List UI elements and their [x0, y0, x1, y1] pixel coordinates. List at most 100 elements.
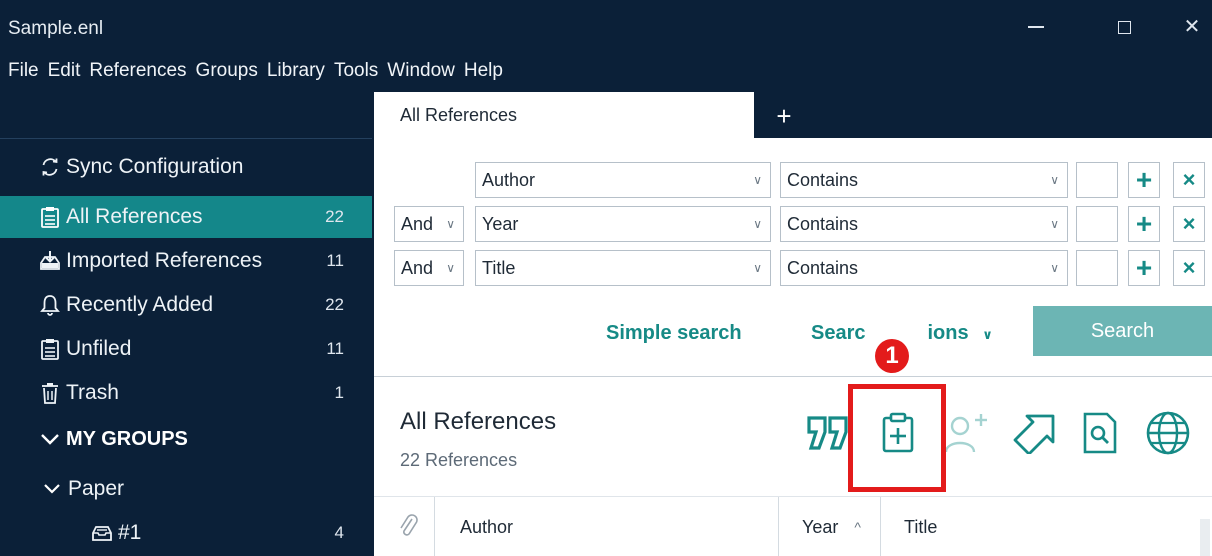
sidebar-group-set-paper[interactable]: Paper: [0, 468, 372, 510]
minimize-icon: [1028, 26, 1044, 28]
clipboard-icon: [38, 206, 62, 228]
step-badge: 1: [872, 336, 912, 376]
maximize-button[interactable]: [1104, 10, 1144, 44]
add-tab-button[interactable]: +: [766, 98, 802, 134]
step-number: 1: [875, 339, 909, 373]
insert-citation-button[interactable]: [804, 410, 852, 460]
search-button[interactable]: Search: [1033, 306, 1212, 356]
maximize-icon: [1117, 20, 1131, 34]
search-value-input[interactable]: [1076, 162, 1118, 198]
search-field-select[interactable]: Title ∨: [475, 250, 771, 286]
chevron-down-icon: [40, 432, 60, 446]
search-operator-select[interactable]: Contains ∨: [780, 250, 1068, 286]
scrollbar[interactable]: [1200, 519, 1210, 556]
sidebar-item-label: Trash: [66, 381, 119, 404]
window-title: Sample.enl: [8, 18, 104, 39]
menu-references[interactable]: References: [84, 56, 190, 86]
bell-icon: [38, 294, 62, 316]
author-column-header[interactable]: Author: [460, 497, 770, 556]
search-row: And ∨ Year ∨ Contains ∨ + ×: [374, 206, 1212, 242]
sidebar-item-label: Sync Configuration: [66, 155, 244, 178]
search-field-select[interactable]: Author ∨: [475, 162, 771, 198]
sidebar-item-all-references[interactable]: All References 22: [0, 196, 372, 238]
chevron-down-icon: [40, 483, 64, 495]
section-divider: [374, 376, 1212, 377]
remove-row-button[interactable]: ×: [1173, 250, 1205, 286]
sync-icon: [38, 156, 62, 178]
sidebar-item-label: All References: [66, 205, 203, 228]
export-button[interactable]: [1010, 410, 1058, 460]
my-groups-header[interactable]: MY GROUPS: [0, 418, 372, 460]
sidebar-item-label: Imported References: [66, 249, 263, 272]
title-column-header[interactable]: Title: [904, 497, 1184, 556]
find-full-text-button[interactable]: [1076, 410, 1124, 460]
simple-search-link[interactable]: Simple search: [606, 322, 742, 345]
share-with-user-button[interactable]: [944, 410, 992, 460]
sidebar-item-imported-references[interactable]: Imported References 11: [0, 240, 372, 282]
search-operator-select[interactable]: Contains ∨: [780, 206, 1068, 242]
sidebar-item-unfiled[interactable]: Unfiled 11: [0, 328, 372, 370]
sidebar-item-recently-added[interactable]: Recently Added 22: [0, 284, 372, 326]
menu-library[interactable]: Library: [262, 56, 329, 86]
sidebar-item-trash[interactable]: Trash 1: [0, 372, 372, 414]
sidebar-divider: [0, 138, 372, 139]
group-label: #1: [118, 521, 142, 544]
chevron-down-icon: ∨: [1050, 217, 1059, 231]
unfiled-icon: [38, 338, 62, 360]
paperclip-icon: [398, 511, 418, 544]
search-bool-select[interactable]: And ∨: [394, 206, 464, 242]
sidebar-item-label: Unfiled: [66, 337, 132, 360]
group-set-label: Paper: [68, 477, 125, 500]
online-search-button[interactable]: [1144, 410, 1192, 460]
title-bar: Sample.enl ✕: [0, 0, 1212, 54]
sidebar-group-1[interactable]: #1 4: [0, 512, 372, 554]
add-row-button[interactable]: +: [1128, 206, 1160, 242]
tab-strip: All References +: [374, 92, 1212, 138]
sidebar-item-sync-configuration[interactable]: Sync Configuration: [0, 146, 372, 188]
main-panel: All References + Author ∨ Contains ∨ + × A…: [374, 92, 1212, 556]
chevron-down-icon: ∨: [1050, 261, 1059, 275]
chevron-down-icon: ∨: [1050, 173, 1059, 187]
tab-all-references[interactable]: All References: [374, 92, 754, 138]
search-row: Author ∨ Contains ∨ + ×: [374, 162, 1212, 198]
sidebar-item-count: 11: [326, 251, 344, 270]
document-search-icon: [1082, 412, 1118, 459]
group-count: 4: [334, 523, 344, 542]
menu-bar: File Edit References Groups Library Tool…: [0, 56, 507, 86]
add-row-button[interactable]: +: [1128, 250, 1160, 286]
search-field-select[interactable]: Year ∨: [475, 206, 771, 242]
sidebar-item-count: 22: [325, 207, 344, 226]
search-operator-select[interactable]: Contains ∨: [780, 162, 1068, 198]
menu-help[interactable]: Help: [459, 56, 507, 86]
sidebar-item-label: Recently Added: [66, 293, 214, 316]
search-value-input[interactable]: [1076, 206, 1118, 242]
search-value-input[interactable]: [1076, 250, 1118, 286]
globe-icon: [1145, 410, 1191, 461]
sidebar-item-count: 22: [325, 295, 344, 314]
chevron-down-icon: ∨: [446, 261, 455, 275]
menu-file[interactable]: File: [0, 56, 43, 86]
search-bool-select[interactable]: And ∨: [394, 250, 464, 286]
menu-window[interactable]: Window: [382, 56, 459, 86]
minimize-button[interactable]: [1016, 10, 1056, 44]
remove-row-button[interactable]: ×: [1173, 206, 1205, 242]
menu-edit[interactable]: Edit: [43, 56, 85, 86]
trash-icon: [38, 382, 62, 404]
chevron-down-icon: ∨: [753, 173, 762, 187]
sidebar-item-count: 11: [326, 339, 344, 358]
year-column-header[interactable]: Year ^: [802, 497, 872, 556]
sidebar-item-count: 1: [334, 383, 344, 402]
close-button[interactable]: ✕: [1172, 10, 1212, 44]
remove-row-button[interactable]: ×: [1173, 162, 1205, 198]
menu-groups[interactable]: Groups: [191, 56, 262, 86]
quote-icon: [807, 414, 849, 457]
group-header-label: MY GROUPS: [66, 427, 188, 450]
menu-tools[interactable]: Tools: [329, 56, 382, 86]
column-separator: [880, 497, 881, 556]
new-reference-button[interactable]: [874, 410, 922, 460]
add-row-button[interactable]: +: [1128, 162, 1160, 198]
chevron-down-icon: ∨: [753, 217, 762, 231]
list-title: All References: [400, 408, 557, 435]
attachment-column-header[interactable]: [398, 497, 438, 556]
chevron-down-icon: ∨: [753, 261, 762, 275]
